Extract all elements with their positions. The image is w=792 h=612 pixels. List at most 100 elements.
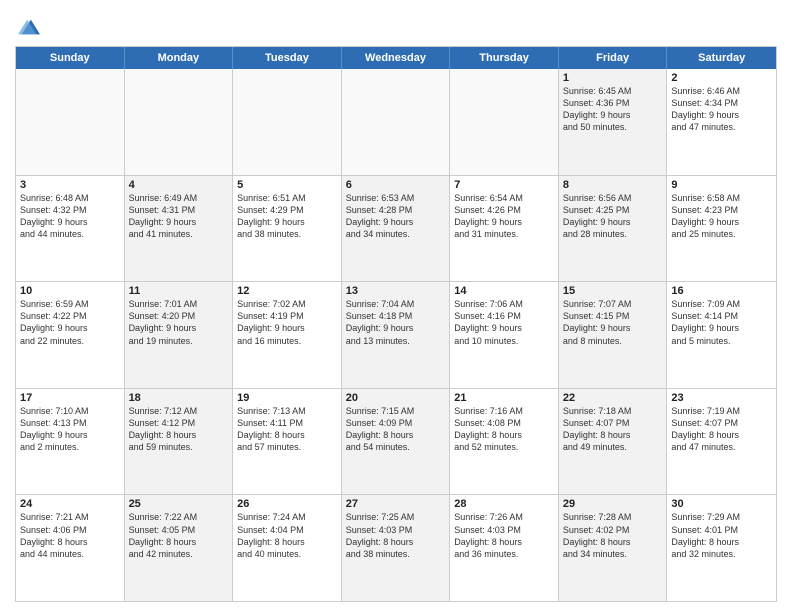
day-info: Sunrise: 7:29 AM Sunset: 4:01 PM Dayligh… xyxy=(671,511,772,560)
day-info: Sunrise: 6:58 AM Sunset: 4:23 PM Dayligh… xyxy=(671,192,772,241)
day-info: Sunrise: 7:18 AM Sunset: 4:07 PM Dayligh… xyxy=(563,405,663,454)
day-info: Sunrise: 6:56 AM Sunset: 4:25 PM Dayligh… xyxy=(563,192,663,241)
cal-cell-empty xyxy=(125,69,234,175)
cal-cell-day-15: 15Sunrise: 7:07 AM Sunset: 4:15 PM Dayli… xyxy=(559,282,668,388)
cal-row-4: 17Sunrise: 7:10 AM Sunset: 4:13 PM Dayli… xyxy=(16,389,776,496)
cal-header-monday: Monday xyxy=(125,47,234,69)
cal-cell-day-23: 23Sunrise: 7:19 AM Sunset: 4:07 PM Dayli… xyxy=(667,389,776,495)
day-number: 27 xyxy=(346,498,446,510)
day-info: Sunrise: 7:21 AM Sunset: 4:06 PM Dayligh… xyxy=(20,511,120,560)
day-number: 23 xyxy=(671,392,772,404)
day-info: Sunrise: 7:04 AM Sunset: 4:18 PM Dayligh… xyxy=(346,298,446,347)
page: SundayMondayTuesdayWednesdayThursdayFrid… xyxy=(0,0,792,612)
day-number: 18 xyxy=(129,392,229,404)
cal-cell-day-27: 27Sunrise: 7:25 AM Sunset: 4:03 PM Dayli… xyxy=(342,495,451,601)
cal-row-2: 3Sunrise: 6:48 AM Sunset: 4:32 PM Daylig… xyxy=(16,176,776,283)
cal-cell-day-30: 30Sunrise: 7:29 AM Sunset: 4:01 PM Dayli… xyxy=(667,495,776,601)
cal-cell-day-1: 1Sunrise: 6:45 AM Sunset: 4:36 PM Daylig… xyxy=(559,69,668,175)
cal-header-saturday: Saturday xyxy=(667,47,776,69)
day-info: Sunrise: 6:51 AM Sunset: 4:29 PM Dayligh… xyxy=(237,192,337,241)
day-number: 19 xyxy=(237,392,337,404)
day-number: 17 xyxy=(20,392,120,404)
day-number: 2 xyxy=(671,72,772,84)
cal-cell-day-26: 26Sunrise: 7:24 AM Sunset: 4:04 PM Dayli… xyxy=(233,495,342,601)
cal-cell-day-25: 25Sunrise: 7:22 AM Sunset: 4:05 PM Dayli… xyxy=(125,495,234,601)
cal-row-3: 10Sunrise: 6:59 AM Sunset: 4:22 PM Dayli… xyxy=(16,282,776,389)
day-info: Sunrise: 6:59 AM Sunset: 4:22 PM Dayligh… xyxy=(20,298,120,347)
cal-cell-day-6: 6Sunrise: 6:53 AM Sunset: 4:28 PM Daylig… xyxy=(342,176,451,282)
cal-cell-empty xyxy=(16,69,125,175)
day-number: 25 xyxy=(129,498,229,510)
cal-row-1: 1Sunrise: 6:45 AM Sunset: 4:36 PM Daylig… xyxy=(16,69,776,176)
cal-cell-day-21: 21Sunrise: 7:16 AM Sunset: 4:08 PM Dayli… xyxy=(450,389,559,495)
cal-cell-day-11: 11Sunrise: 7:01 AM Sunset: 4:20 PM Dayli… xyxy=(125,282,234,388)
calendar-header: SundayMondayTuesdayWednesdayThursdayFrid… xyxy=(16,47,776,69)
day-info: Sunrise: 6:49 AM Sunset: 4:31 PM Dayligh… xyxy=(129,192,229,241)
cal-cell-day-22: 22Sunrise: 7:18 AM Sunset: 4:07 PM Dayli… xyxy=(559,389,668,495)
day-info: Sunrise: 6:46 AM Sunset: 4:34 PM Dayligh… xyxy=(671,85,772,134)
day-number: 6 xyxy=(346,179,446,191)
cal-row-5: 24Sunrise: 7:21 AM Sunset: 4:06 PM Dayli… xyxy=(16,495,776,601)
day-info: Sunrise: 7:02 AM Sunset: 4:19 PM Dayligh… xyxy=(237,298,337,347)
day-number: 20 xyxy=(346,392,446,404)
day-info: Sunrise: 7:06 AM Sunset: 4:16 PM Dayligh… xyxy=(454,298,554,347)
cal-header-thursday: Thursday xyxy=(450,47,559,69)
header xyxy=(15,10,777,38)
day-number: 24 xyxy=(20,498,120,510)
day-number: 14 xyxy=(454,285,554,297)
day-info: Sunrise: 6:45 AM Sunset: 4:36 PM Dayligh… xyxy=(563,85,663,134)
day-number: 29 xyxy=(563,498,663,510)
cal-header-sunday: Sunday xyxy=(16,47,125,69)
cal-cell-day-12: 12Sunrise: 7:02 AM Sunset: 4:19 PM Dayli… xyxy=(233,282,342,388)
cal-cell-empty xyxy=(450,69,559,175)
cal-cell-day-10: 10Sunrise: 6:59 AM Sunset: 4:22 PM Dayli… xyxy=(16,282,125,388)
cal-cell-day-13: 13Sunrise: 7:04 AM Sunset: 4:18 PM Dayli… xyxy=(342,282,451,388)
cal-header-wednesday: Wednesday xyxy=(342,47,451,69)
day-info: Sunrise: 7:19 AM Sunset: 4:07 PM Dayligh… xyxy=(671,405,772,454)
cal-cell-day-29: 29Sunrise: 7:28 AM Sunset: 4:02 PM Dayli… xyxy=(559,495,668,601)
day-info: Sunrise: 7:24 AM Sunset: 4:04 PM Dayligh… xyxy=(237,511,337,560)
cal-cell-day-8: 8Sunrise: 6:56 AM Sunset: 4:25 PM Daylig… xyxy=(559,176,668,282)
logo xyxy=(15,14,40,38)
cal-cell-empty xyxy=(342,69,451,175)
day-info: Sunrise: 7:10 AM Sunset: 4:13 PM Dayligh… xyxy=(20,405,120,454)
day-number: 3 xyxy=(20,179,120,191)
day-number: 22 xyxy=(563,392,663,404)
day-info: Sunrise: 7:01 AM Sunset: 4:20 PM Dayligh… xyxy=(129,298,229,347)
cal-cell-day-4: 4Sunrise: 6:49 AM Sunset: 4:31 PM Daylig… xyxy=(125,176,234,282)
cal-cell-day-7: 7Sunrise: 6:54 AM Sunset: 4:26 PM Daylig… xyxy=(450,176,559,282)
cal-cell-day-24: 24Sunrise: 7:21 AM Sunset: 4:06 PM Dayli… xyxy=(16,495,125,601)
day-info: Sunrise: 7:07 AM Sunset: 4:15 PM Dayligh… xyxy=(563,298,663,347)
day-number: 13 xyxy=(346,285,446,297)
day-info: Sunrise: 6:48 AM Sunset: 4:32 PM Dayligh… xyxy=(20,192,120,241)
day-number: 9 xyxy=(671,179,772,191)
day-number: 28 xyxy=(454,498,554,510)
day-number: 5 xyxy=(237,179,337,191)
day-number: 30 xyxy=(671,498,772,510)
cal-cell-day-28: 28Sunrise: 7:26 AM Sunset: 4:03 PM Dayli… xyxy=(450,495,559,601)
cal-cell-day-19: 19Sunrise: 7:13 AM Sunset: 4:11 PM Dayli… xyxy=(233,389,342,495)
calendar-body: 1Sunrise: 6:45 AM Sunset: 4:36 PM Daylig… xyxy=(16,69,776,601)
cal-cell-empty xyxy=(233,69,342,175)
cal-cell-day-2: 2Sunrise: 6:46 AM Sunset: 4:34 PM Daylig… xyxy=(667,69,776,175)
day-number: 21 xyxy=(454,392,554,404)
day-info: Sunrise: 7:26 AM Sunset: 4:03 PM Dayligh… xyxy=(454,511,554,560)
cal-cell-day-9: 9Sunrise: 6:58 AM Sunset: 4:23 PM Daylig… xyxy=(667,176,776,282)
day-info: Sunrise: 7:28 AM Sunset: 4:02 PM Dayligh… xyxy=(563,511,663,560)
day-info: Sunrise: 7:25 AM Sunset: 4:03 PM Dayligh… xyxy=(346,511,446,560)
day-info: Sunrise: 6:53 AM Sunset: 4:28 PM Dayligh… xyxy=(346,192,446,241)
cal-cell-day-18: 18Sunrise: 7:12 AM Sunset: 4:12 PM Dayli… xyxy=(125,389,234,495)
day-number: 7 xyxy=(454,179,554,191)
day-number: 1 xyxy=(563,72,663,84)
day-number: 4 xyxy=(129,179,229,191)
cal-cell-day-17: 17Sunrise: 7:10 AM Sunset: 4:13 PM Dayli… xyxy=(16,389,125,495)
cal-cell-day-20: 20Sunrise: 7:15 AM Sunset: 4:09 PM Dayli… xyxy=(342,389,451,495)
day-info: Sunrise: 7:22 AM Sunset: 4:05 PM Dayligh… xyxy=(129,511,229,560)
logo-icon xyxy=(18,16,40,38)
cal-cell-day-5: 5Sunrise: 6:51 AM Sunset: 4:29 PM Daylig… xyxy=(233,176,342,282)
calendar: SundayMondayTuesdayWednesdayThursdayFrid… xyxy=(15,46,777,602)
cal-cell-day-16: 16Sunrise: 7:09 AM Sunset: 4:14 PM Dayli… xyxy=(667,282,776,388)
day-info: Sunrise: 7:12 AM Sunset: 4:12 PM Dayligh… xyxy=(129,405,229,454)
cal-cell-day-14: 14Sunrise: 7:06 AM Sunset: 4:16 PM Dayli… xyxy=(450,282,559,388)
day-info: Sunrise: 6:54 AM Sunset: 4:26 PM Dayligh… xyxy=(454,192,554,241)
